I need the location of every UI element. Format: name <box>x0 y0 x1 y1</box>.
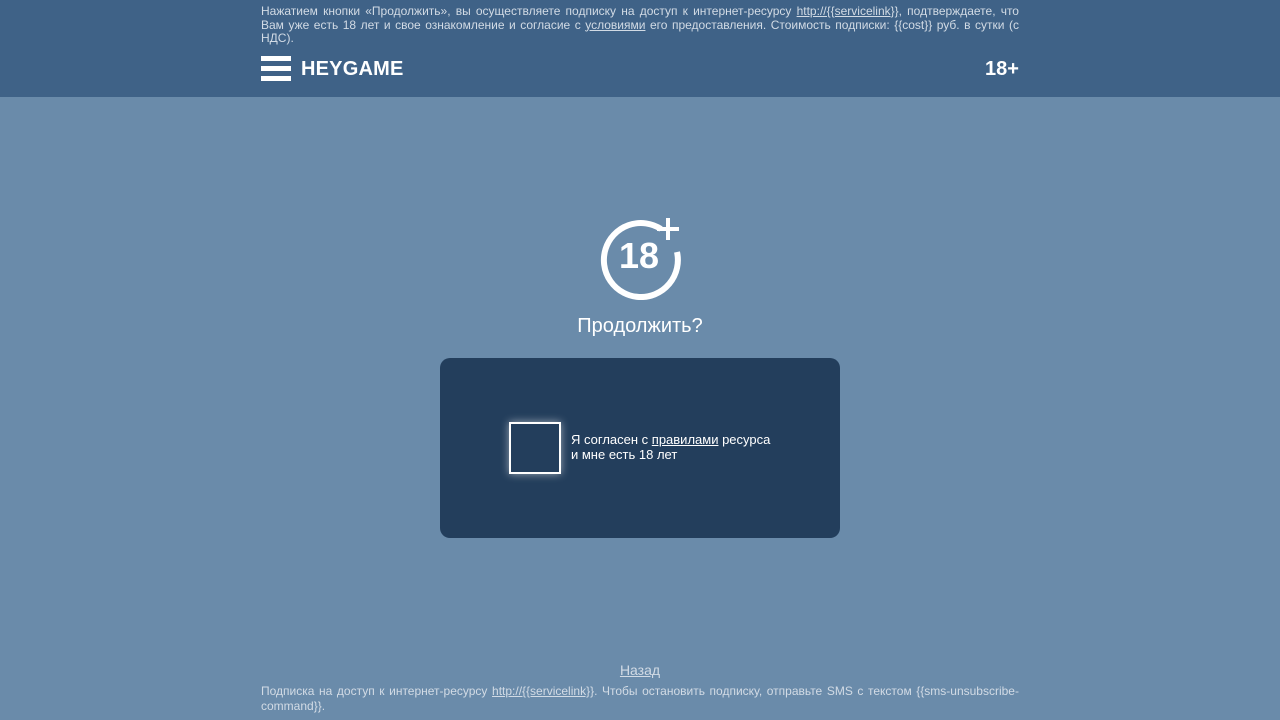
rules-link[interactable]: правилами <box>652 432 719 447</box>
continue-question: Продолжить? <box>577 315 703 337</box>
menu-bar-middle <box>261 66 291 71</box>
header: Нажатием кнопки «Продолжить», вы осущест… <box>0 0 1280 97</box>
footer-service-link[interactable]: http://{{servicelink}} <box>492 684 594 698</box>
consent-label: Я согласен с правилами ресурса и мне есть… <box>571 432 791 462</box>
disclaimer-text-1: Нажатием кнопки «Продолжить», вы осущест… <box>261 4 797 18</box>
menu-bar-bottom <box>261 76 291 81</box>
subscription-disclaimer: Нажатием кнопки «Продолжить», вы осущест… <box>261 4 1019 46</box>
consent-checkbox[interactable] <box>509 422 561 474</box>
age-18-plus-icon: 18 <box>600 218 681 300</box>
footer-text-1: Подписка на доступ к интернет-ресурсу <box>261 684 493 698</box>
consent-text-2: ресурса <box>718 432 771 447</box>
consent-text-3: и мне есть 18 лет <box>571 447 678 462</box>
consent-panel: Я согласен с правилами ресурса и мне есть… <box>440 358 840 538</box>
menu-bar-top <box>261 56 291 61</box>
back-link[interactable]: Назад <box>440 662 840 679</box>
service-link[interactable]: http://{{servicelink}} <box>797 4 899 18</box>
logo[interactable]: HEYGAME <box>301 57 404 81</box>
age-icon-number: 18 <box>619 235 659 276</box>
terms-link[interactable]: условиями <box>585 18 645 32</box>
consent-text-1: Я согласен с <box>571 432 652 447</box>
hamburger-menu-icon[interactable] <box>261 56 291 81</box>
footer-subscription-info: Подписка на доступ к интернет-ресурсу ht… <box>261 684 1019 714</box>
age-rating-badge: 18+ <box>985 58 1019 80</box>
